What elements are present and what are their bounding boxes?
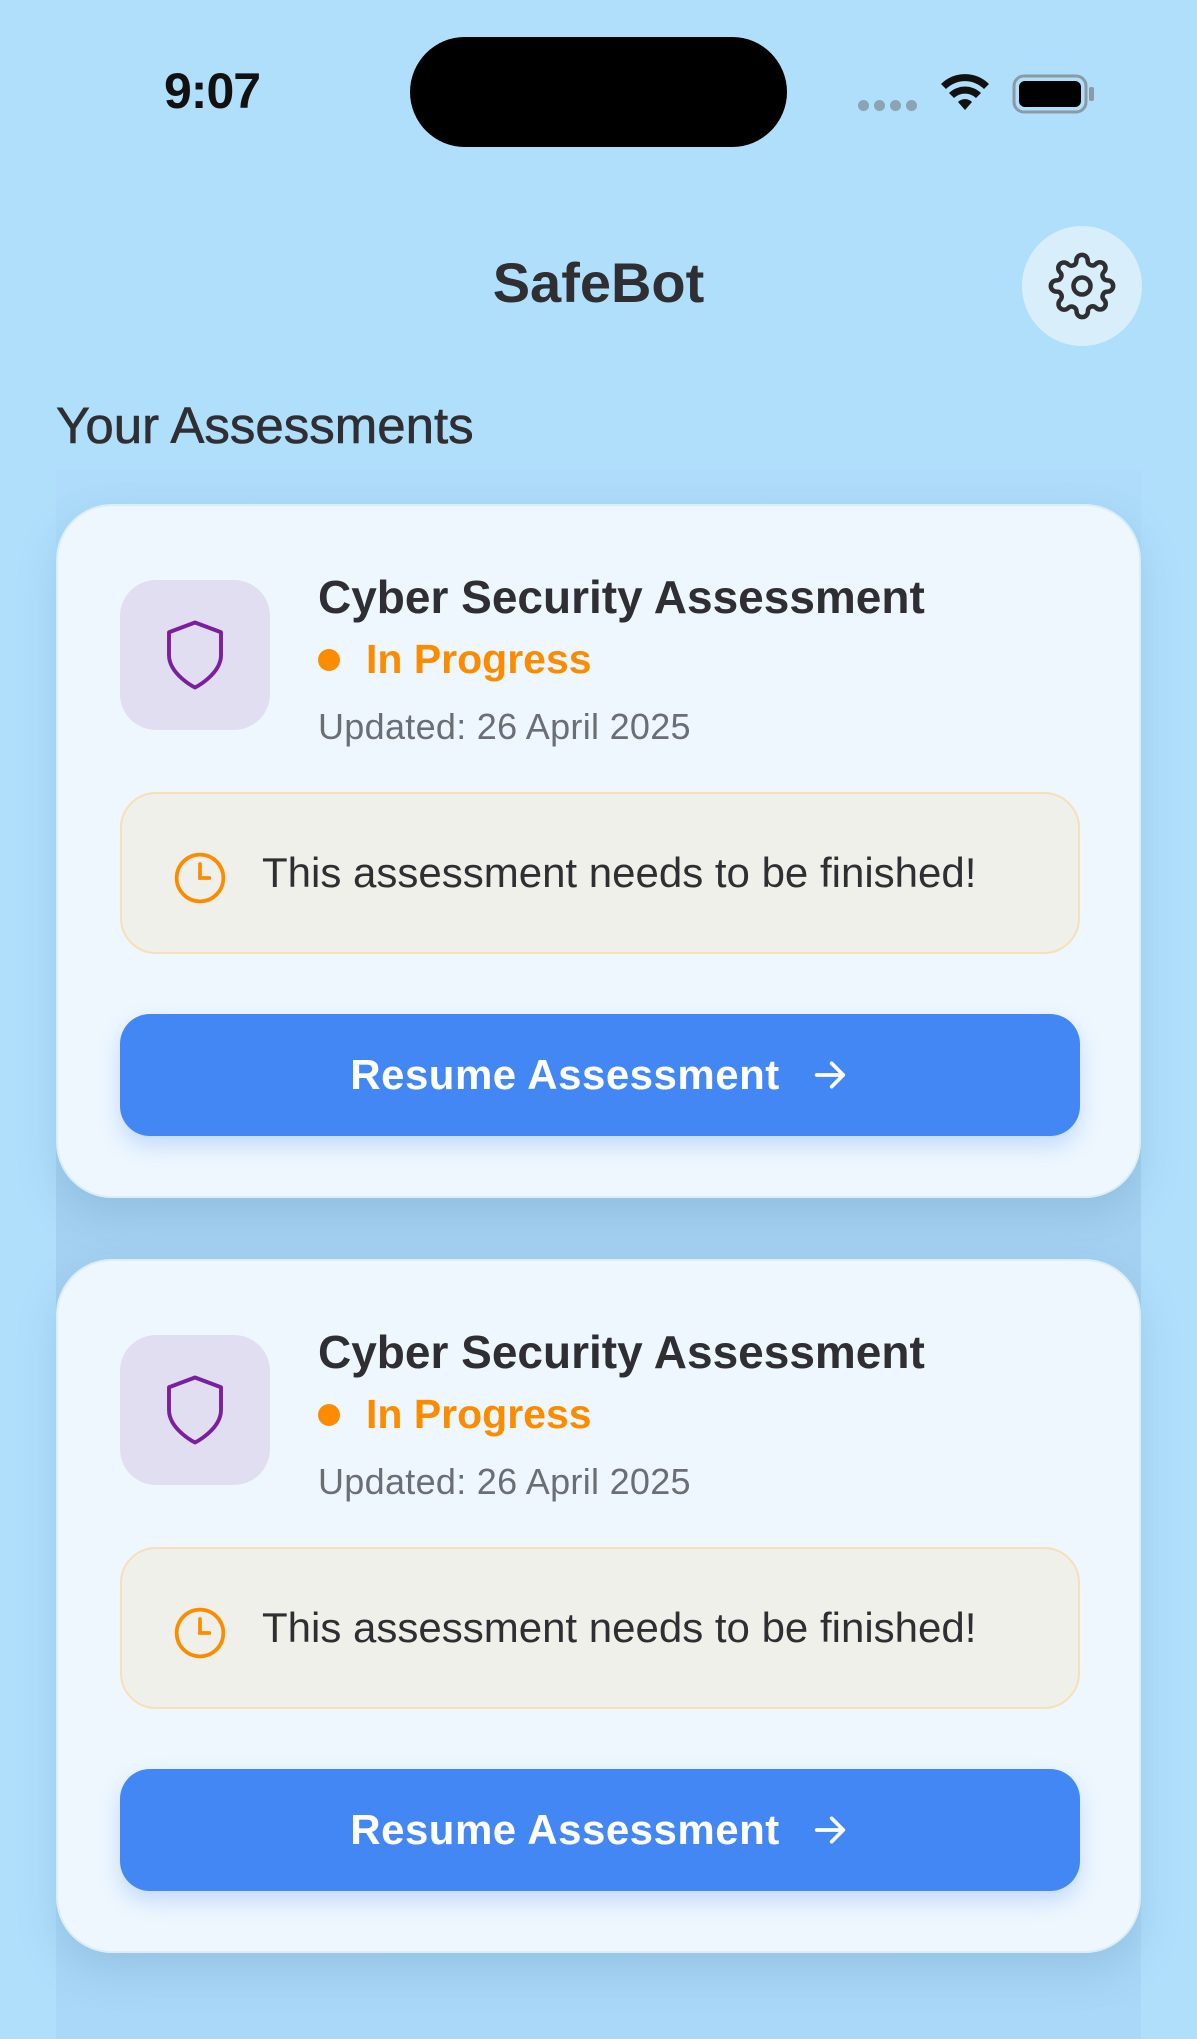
resume-button-label: Resume Assessment [350,1051,780,1098]
clock-icon [174,852,226,904]
shield-icon [167,1375,223,1445]
assessment-card: Cyber Security Assessment In Progress Up… [56,1259,1141,1953]
updated-date: Updated: 26 April 2025 [318,706,691,747]
status-time: 9:07 [164,63,261,119]
arrow-right-icon [814,1816,845,1844]
clock-icon [174,1607,226,1659]
status-dot [318,1403,340,1426]
status-text: In Progress [366,1391,592,1437]
notice-text: This assessment needs to be finished! [262,849,977,896]
assessment-icon-tile [120,580,270,730]
assessment-icon-tile [120,1335,270,1485]
status-dot [318,648,340,671]
cellular-signal-icon [858,100,917,111]
status-badge: In Progress [318,1391,592,1438]
resume-assessment-button[interactable]: Resume Assessment [120,1769,1080,1891]
settings-button[interactable] [1022,226,1142,346]
notice-text: This assessment needs to be finished! [262,1604,977,1651]
status-badge: In Progress [318,636,592,683]
updated-date: Updated: 26 April 2025 [318,1461,691,1502]
resume-assessment-button[interactable]: Resume Assessment [120,1014,1080,1136]
status-text: In Progress [366,636,592,682]
notice-banner: This assessment needs to be finished! [120,792,1080,954]
arrow-right-icon [814,1061,845,1089]
section-title: Your Assessments [56,397,474,455]
shield-icon [167,620,223,690]
screen: 9:07 SafeBot Your Assessments Cyber Secu… [0,0,1197,2039]
wifi-icon [941,74,989,110]
resume-button-label: Resume Assessment [350,1806,780,1853]
app-title: SafeBot [492,251,705,314]
assessment-title: Cyber Security Assessment [318,1326,925,1378]
gear-icon [1048,252,1116,320]
assessment-title: Cyber Security Assessment [318,571,925,623]
battery-icon [1012,74,1094,114]
dynamic-island [410,37,787,147]
notice-banner: This assessment needs to be finished! [120,1547,1080,1709]
assessment-card: Cyber Security Assessment In Progress Up… [56,504,1141,1198]
